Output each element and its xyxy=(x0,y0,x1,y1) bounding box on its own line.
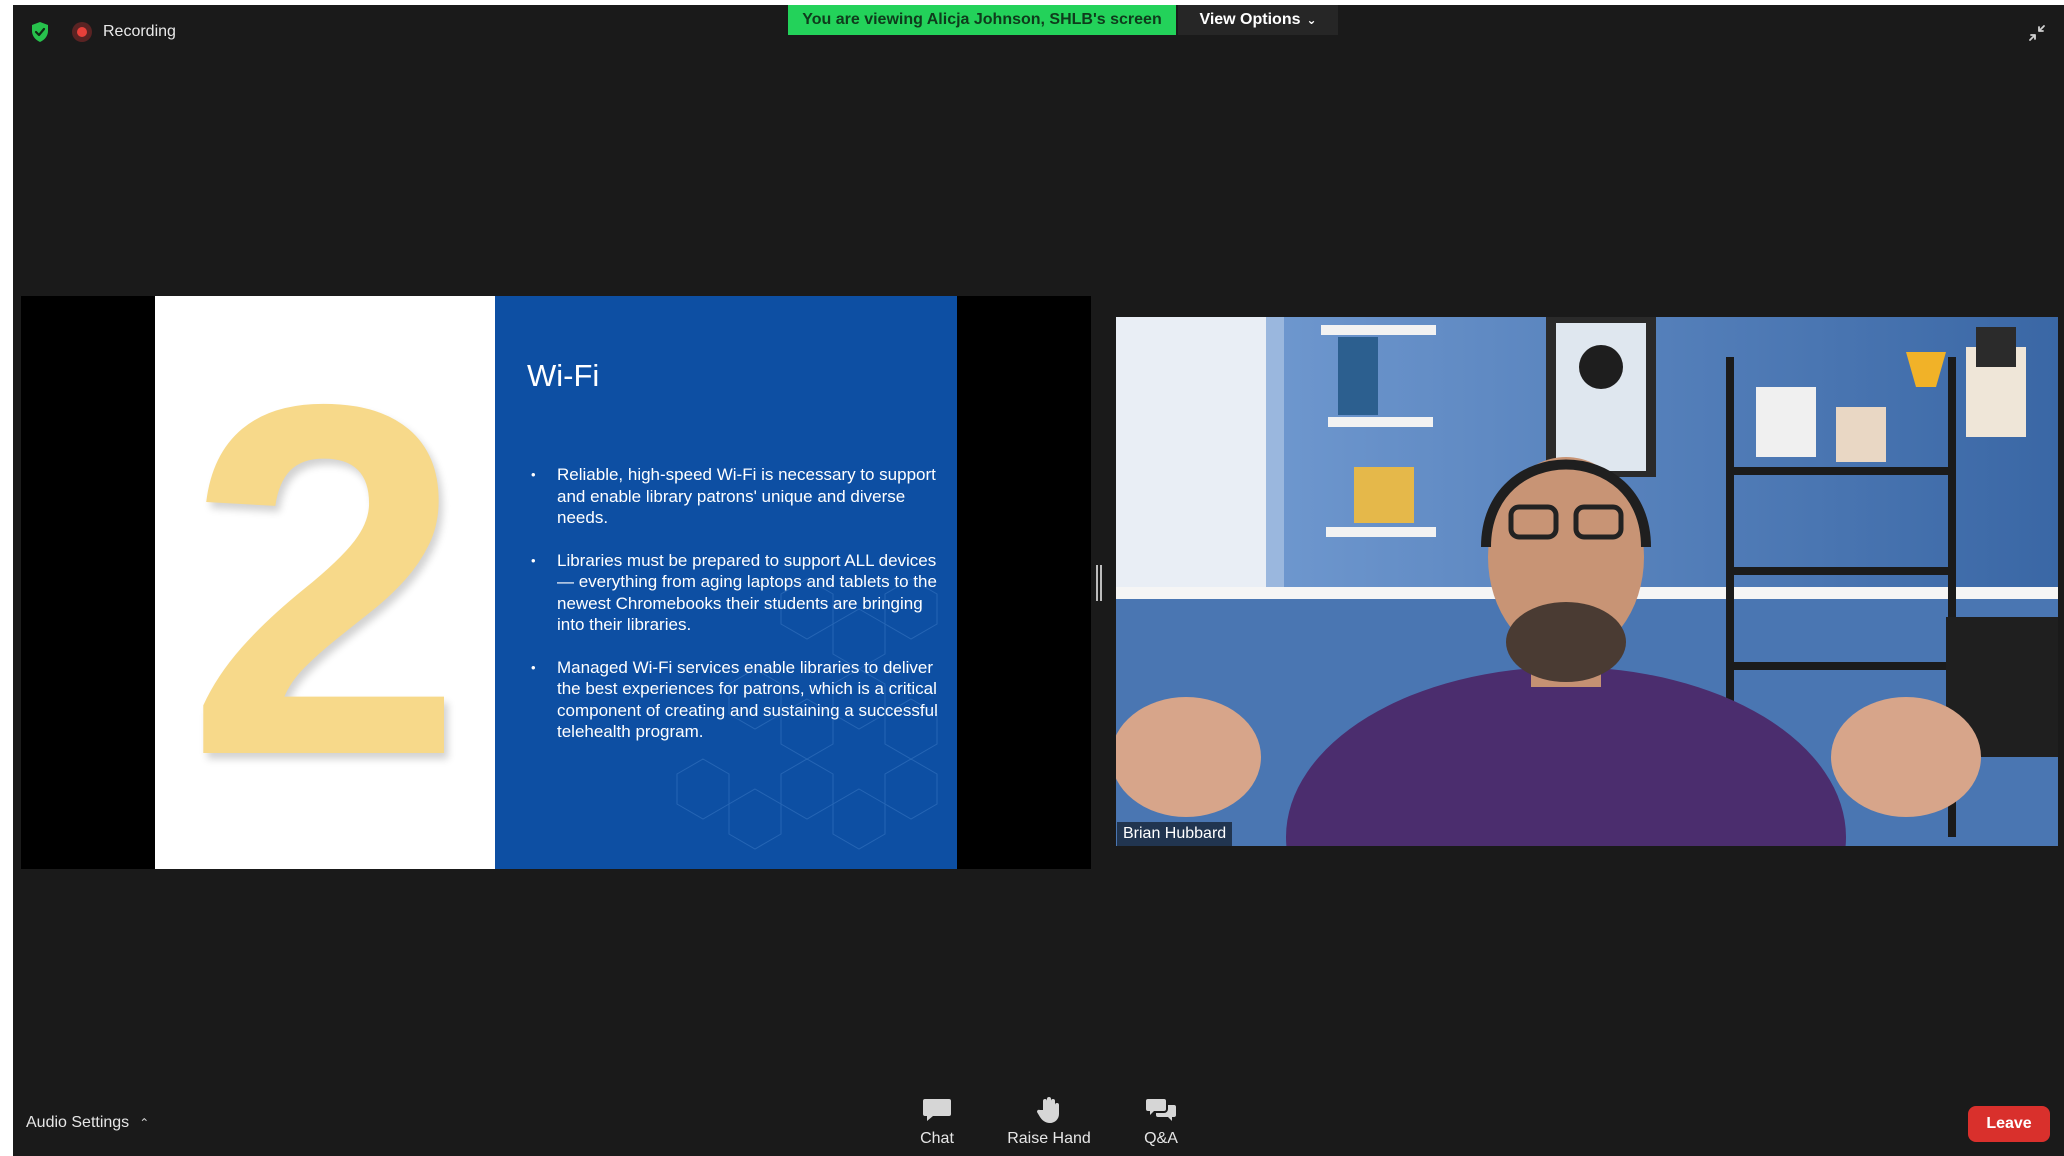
window-left-border xyxy=(0,0,13,1156)
shield-check-icon[interactable] xyxy=(29,21,51,43)
splitter-handle[interactable] xyxy=(1096,565,1102,601)
slide-content-panel: Wi-Fi Reliable, high-speed Wi-Fi is nece… xyxy=(495,296,957,869)
video-feed-image xyxy=(1116,317,2058,846)
audio-settings-label: Audio Settings xyxy=(26,1114,130,1131)
slide-number-text: 2 xyxy=(185,300,465,859)
meeting-window: Recording You are viewing Alicja Johnson… xyxy=(0,0,2064,1156)
leave-button[interactable]: Leave xyxy=(1968,1106,2050,1142)
qa-button[interactable]: Q&A xyxy=(1111,1096,1211,1154)
chat-label: Chat xyxy=(920,1130,954,1147)
chevron-down-icon: ⌄ xyxy=(1306,13,1317,27)
recording-dot-icon xyxy=(72,22,92,42)
viewing-screen-banner: You are viewing Alicja Johnson, SHLB's s… xyxy=(788,5,1176,35)
view-options-button[interactable]: View Options ⌄ xyxy=(1178,5,1338,35)
participant-name-tag: Brian Hubbard xyxy=(1117,822,1233,846)
chat-button[interactable]: Chat xyxy=(887,1096,987,1154)
view-options-label: View Options xyxy=(1199,11,1301,28)
chat-bubble-icon xyxy=(923,1099,951,1121)
participant-video[interactable] xyxy=(1116,317,2058,846)
qa-bubbles-icon xyxy=(1146,1099,1176,1121)
qa-label: Q&A xyxy=(1144,1130,1178,1147)
slide-title: Wi-Fi xyxy=(527,358,600,393)
collapse-icon[interactable] xyxy=(2024,20,2050,46)
slide-number: 2 xyxy=(155,330,495,830)
raise-hand-label: Raise Hand xyxy=(1007,1130,1091,1147)
hand-icon xyxy=(1036,1097,1059,1123)
hexagon-pattern-decoration xyxy=(676,578,938,850)
slide-bullet: Reliable, high-speed Wi-Fi is necessary … xyxy=(531,464,941,529)
recording-label: Recording xyxy=(103,23,176,40)
audio-settings-button[interactable]: Audio Settings ⌃ xyxy=(26,1114,149,1132)
raise-hand-button[interactable]: Raise Hand xyxy=(999,1096,1099,1154)
chevron-up-icon: ⌃ xyxy=(139,1116,150,1130)
